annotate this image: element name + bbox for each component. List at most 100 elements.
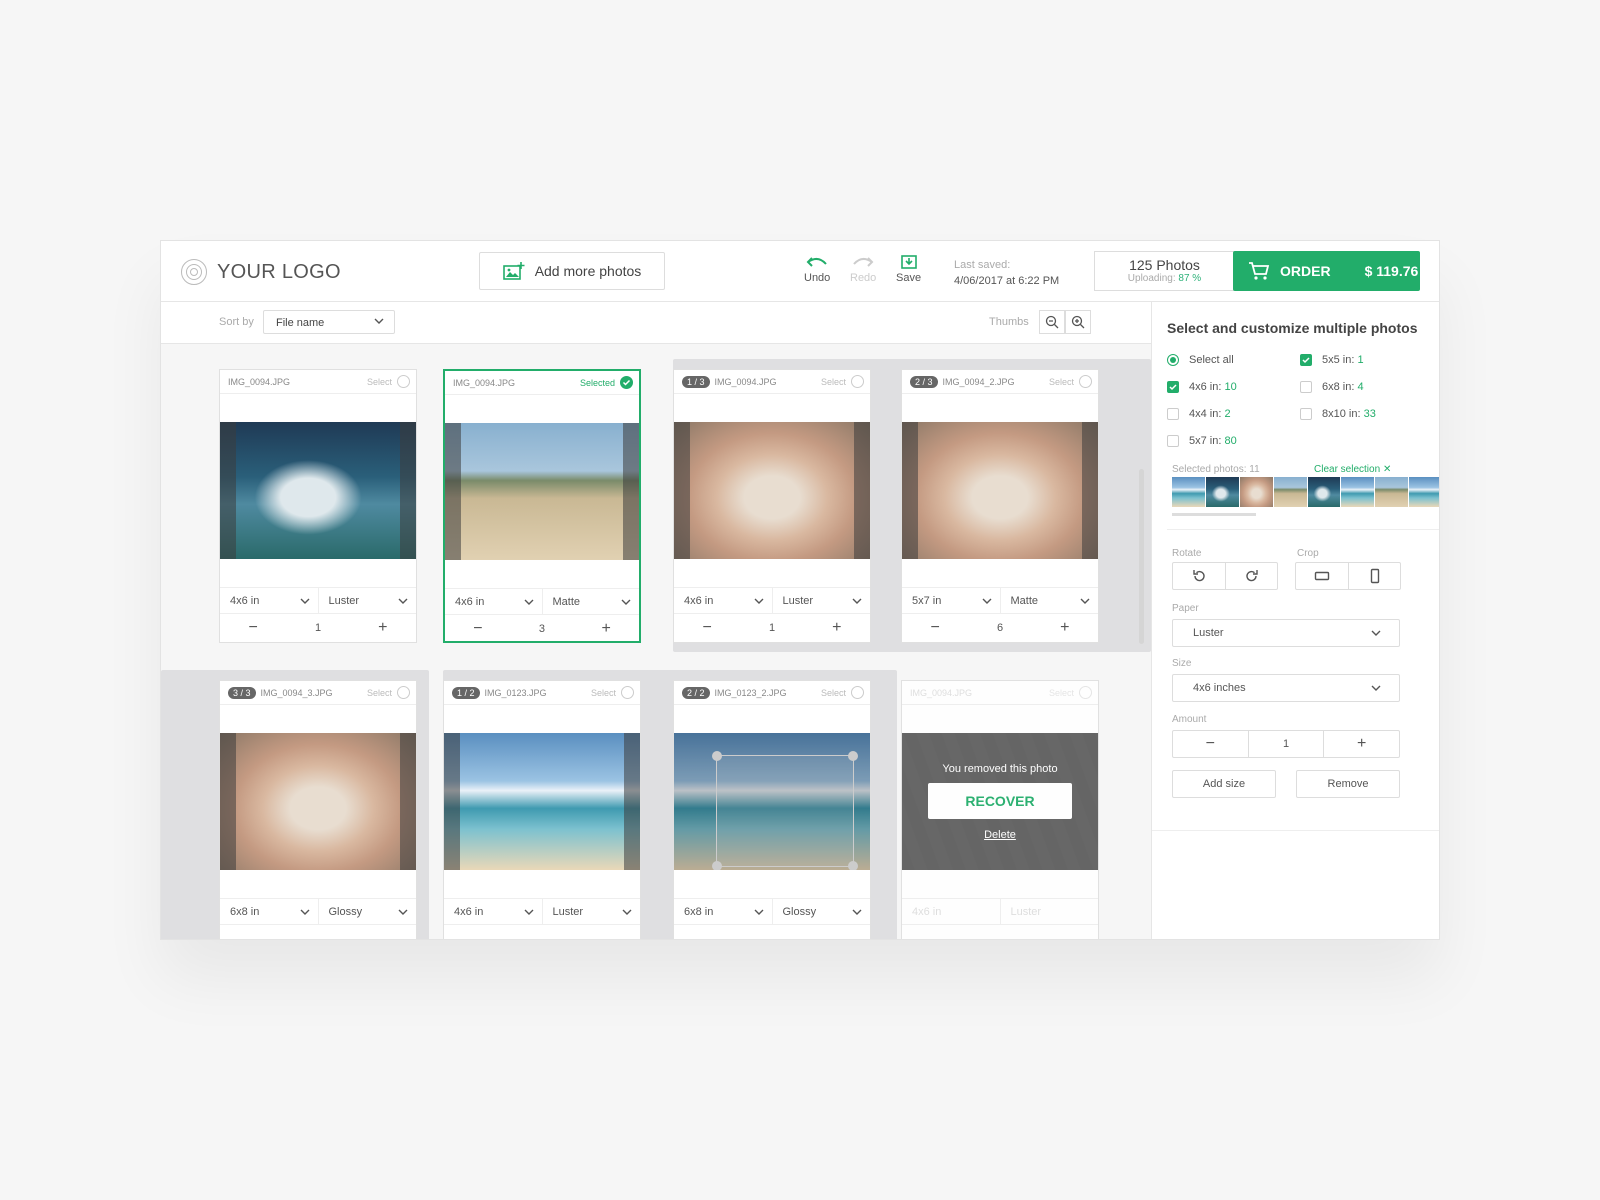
sort-select[interactable]: File name (263, 310, 395, 334)
card-header: 2 / 3 IMG_0094_2.JPG Select (902, 370, 1098, 394)
check-icon[interactable] (620, 376, 633, 389)
divider (1152, 830, 1439, 831)
selected-thumbnails[interactable] (1172, 477, 1439, 507)
paper-select[interactable]: Matte (1001, 588, 1099, 613)
size-select[interactable]: 4x6 in (445, 589, 543, 614)
redo-button[interactable]: Redo (850, 255, 876, 284)
paper-select[interactable]: Matte (543, 589, 640, 614)
amount-value[interactable]: 1 (1247, 731, 1324, 757)
select-checkbox[interactable] (621, 686, 634, 699)
rotate-right-button[interactable] (1225, 563, 1277, 589)
photo-card[interactable]: 2 / 2 IMG_0123_2.JPG Select 6x8 in Gloss… (673, 680, 871, 939)
clear-selection-link[interactable]: Clear selection ✕ (1314, 464, 1391, 475)
add-more-photos-button[interactable]: Add more photos (479, 252, 665, 290)
zoom-out-button[interactable] (1039, 310, 1065, 334)
undo-icon (806, 257, 827, 267)
select-checkbox[interactable] (397, 375, 410, 388)
crop-handle[interactable] (712, 861, 722, 870)
plus-button[interactable]: + (1323, 731, 1399, 757)
filter-5x5[interactable]: 5x5 in: 1 (1300, 354, 1364, 366)
photo-image[interactable] (902, 422, 1098, 559)
logo[interactable]: YOUR LOGO (181, 259, 341, 285)
filter-6x8[interactable]: 6x8 in: 4 (1300, 381, 1364, 393)
select-all-radio[interactable]: Select all (1167, 354, 1234, 366)
select-label: Select (1048, 377, 1074, 387)
paper-select[interactable]: Luster (1172, 619, 1400, 647)
minus-icon[interactable]: − (473, 620, 482, 638)
thumbnail[interactable] (1375, 477, 1409, 507)
size-select[interactable]: 6x8 in (220, 899, 319, 924)
thumbnail[interactable] (1409, 477, 1439, 507)
select-checkbox[interactable] (851, 686, 864, 699)
select-checkbox[interactable] (851, 375, 864, 388)
thumbnail[interactable] (1341, 477, 1375, 507)
minus-icon[interactable]: − (703, 619, 712, 637)
minus-icon[interactable]: − (931, 619, 940, 637)
paper-value: Luster (1010, 906, 1042, 918)
thumbnail[interactable] (1273, 477, 1307, 507)
photo-card[interactable]: IMG_0094.JPG Select 4x6 in Luster − 1 + (219, 369, 417, 643)
order-button[interactable]: ORDER $ 119.76 (1233, 251, 1420, 291)
filter-5x7[interactable]: 5x7 in: 80 (1167, 435, 1237, 447)
scrollbar[interactable] (1139, 469, 1144, 644)
photo-card[interactable]: 1 / 3 IMG_0094.JPG Select 4x6 in Luster … (673, 369, 871, 643)
filter-4x4[interactable]: 4x4 in: 2 (1167, 408, 1231, 420)
crop-margin (854, 422, 870, 559)
size-select[interactable]: 5x7 in (902, 588, 1001, 613)
paper-select[interactable]: Glossy (773, 899, 871, 924)
plus-icon[interactable]: + (1060, 619, 1069, 637)
recover-button[interactable]: RECOVER (928, 782, 1072, 819)
size-select[interactable]: 4x6 in (674, 588, 773, 613)
filter-4x6[interactable]: 4x6 in: 10 (1167, 381, 1237, 393)
add-size-button[interactable]: Add size (1172, 770, 1276, 798)
paper-select[interactable]: Glossy (319, 899, 417, 924)
rotate-left-icon (1193, 570, 1205, 582)
card-header: 1 / 2 IMG_0123.JPG Select (444, 681, 640, 705)
crop-handle[interactable] (848, 751, 858, 761)
save-button[interactable]: Save (896, 255, 921, 284)
crop-frame[interactable] (712, 751, 858, 870)
size-select[interactable]: 4x6 inches (1172, 674, 1400, 702)
photo-image[interactable] (220, 422, 416, 559)
file-name: IMG_0094.JPG (228, 376, 291, 387)
minus-button[interactable]: − (1173, 731, 1248, 757)
paper-select[interactable]: Luster (773, 588, 871, 613)
photo-card-selected[interactable]: IMG_0094.JPG Selected 4x6 in Matte − 3 + (443, 369, 641, 643)
size-select[interactable]: 6x8 in (674, 899, 773, 924)
minus-icon[interactable]: − (249, 619, 258, 637)
remove-button[interactable]: Remove (1296, 770, 1400, 798)
zoom-in-button[interactable] (1065, 310, 1091, 334)
crop-portrait-button[interactable] (1348, 563, 1400, 589)
plus-icon[interactable]: + (832, 619, 841, 637)
thumbnail[interactable] (1307, 477, 1341, 507)
paper-select[interactable]: Luster (543, 899, 641, 924)
crop-handle[interactable] (712, 751, 722, 761)
photo-card[interactable]: 1 / 2 IMG_0123.JPG Select 4x6 in Luster (443, 680, 641, 939)
select-checkbox[interactable] (1079, 375, 1092, 388)
plus-icon[interactable]: + (601, 620, 610, 638)
rotate-left-button[interactable] (1173, 563, 1225, 589)
photo-image[interactable] (674, 422, 870, 559)
size-select[interactable]: 4x6 in (220, 588, 319, 613)
thumbnail[interactable] (1239, 477, 1273, 507)
thumbnail[interactable] (1205, 477, 1239, 507)
thumbnail[interactable] (1172, 477, 1205, 507)
photo-card[interactable]: 2 / 3 IMG_0094_2.JPG Select 5x7 in Matte… (901, 369, 1099, 643)
paper-select[interactable]: Luster (319, 588, 417, 613)
plus-icon[interactable]: + (378, 619, 387, 637)
photo-card[interactable]: 3 / 3 IMG_0094_3.JPG Select 6x8 in Gloss… (219, 680, 417, 939)
size-select[interactable]: 4x6 in (444, 899, 543, 924)
filter-8x10[interactable]: 8x10 in: 33 (1300, 408, 1376, 420)
crop-landscape-button[interactable] (1296, 563, 1348, 589)
crop-handle[interactable] (848, 861, 858, 870)
photo-image[interactable] (674, 733, 870, 870)
thumbnail-scrollbar[interactable] (1172, 513, 1256, 516)
photo-image[interactable] (220, 733, 416, 870)
delete-link[interactable]: Delete (984, 829, 1016, 841)
photo-image[interactable] (445, 423, 639, 560)
select-checkbox[interactable] (397, 686, 410, 699)
order-label: ORDER (1280, 263, 1331, 279)
undo-button[interactable]: Undo (804, 255, 830, 284)
crop-margin (674, 422, 690, 559)
photo-image[interactable] (444, 733, 640, 870)
